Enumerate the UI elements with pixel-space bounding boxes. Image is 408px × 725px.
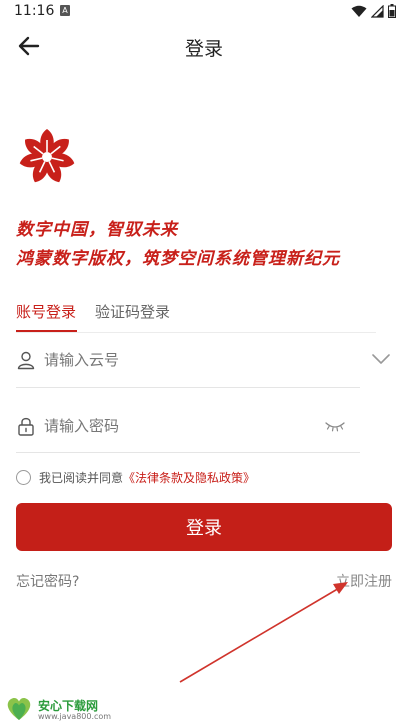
- status-bar: 11:16 A: [0, 0, 408, 24]
- lock-icon: [18, 417, 34, 436]
- agreement-policy-link[interactable]: 《法律条款及隐私政策》: [123, 471, 255, 485]
- page-title: 登录: [184, 38, 223, 60]
- notification-badge-icon: A: [60, 5, 70, 16]
- account-underline: [16, 387, 360, 388]
- slogan-line-2: 鸿蒙数字版权，筑梦空间系统管理新纪元: [16, 249, 340, 269]
- user-icon: [17, 351, 35, 370]
- chevron-down-icon[interactable]: [370, 350, 392, 368]
- forgot-password-link[interactable]: 忘记密码?: [16, 571, 79, 591]
- agreement-text: 我已阅读并同意《法律条款及隐私政策》: [39, 469, 255, 486]
- register-link[interactable]: 立即注册: [336, 571, 392, 591]
- password-underline: [16, 452, 360, 453]
- tab-code-login[interactable]: 验证码登录: [95, 301, 170, 322]
- status-time: 11:16: [14, 3, 55, 19]
- account-input[interactable]: [44, 346, 334, 374]
- app-logo-icon: [19, 129, 75, 183]
- password-input[interactable]: [44, 412, 314, 440]
- slogan-line-1: 数字中国，智驭未来: [16, 220, 178, 240]
- login-button[interactable]: 登录: [16, 503, 392, 551]
- signal-icon: [371, 4, 384, 18]
- watermark-url: www.java800.com: [38, 712, 112, 721]
- tab-divider: [16, 332, 376, 333]
- agreement-checkbox[interactable]: [16, 470, 31, 485]
- battery-icon: [388, 4, 396, 18]
- eye-closed-icon[interactable]: [324, 418, 346, 434]
- tab-account-login[interactable]: 账号登录: [16, 301, 76, 322]
- status-icons: [351, 4, 396, 18]
- agreement-prefix: 我已阅读并同意: [39, 471, 124, 485]
- wifi-icon: [351, 5, 367, 17]
